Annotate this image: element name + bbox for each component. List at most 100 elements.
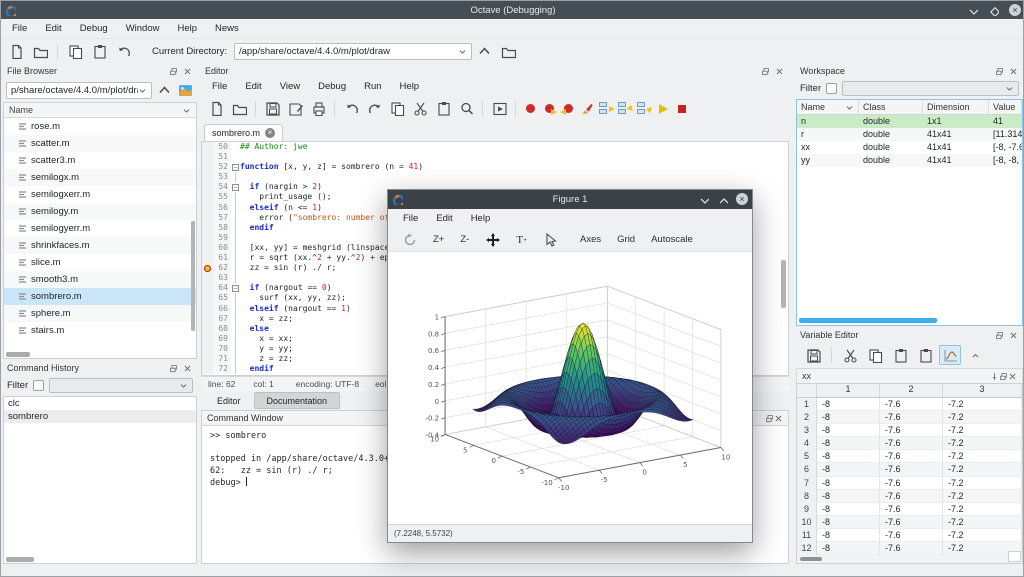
variable-cell[interactable]: -7.2 [943, 463, 1022, 476]
fold-gutter[interactable] [231, 324, 240, 334]
new-script-button[interactable] [5, 42, 27, 62]
tab-documentation[interactable]: Documentation [254, 392, 341, 409]
breakpoint-gutter[interactable] [202, 364, 213, 374]
file-list-scrollbar[interactable] [191, 221, 195, 331]
variable-cell[interactable]: -8 [817, 437, 880, 450]
variable-cell[interactable]: -8 [817, 477, 880, 490]
breakpoint-gutter[interactable] [202, 314, 213, 324]
fold-collapse-icon[interactable]: – [232, 285, 239, 292]
tab-sombrero[interactable]: sombrero.m × [204, 124, 283, 141]
fold-gutter[interactable] [231, 273, 240, 283]
fold-collapse-icon[interactable]: – [232, 184, 239, 191]
variable-row-1[interactable]: 1-8-7.6-7.2 [797, 398, 1022, 411]
editor-menu-file[interactable]: File [203, 78, 236, 95]
fold-gutter[interactable] [231, 364, 240, 374]
close-panel-icon[interactable] [774, 66, 785, 77]
fold-gutter[interactable] [231, 354, 240, 364]
fold-gutter[interactable] [231, 152, 240, 162]
variable-row-8[interactable]: 8-8-7.6-7.2 [797, 490, 1022, 503]
fold-gutter[interactable]: – [231, 182, 240, 192]
variable-cell[interactable]: -7.6 [880, 411, 943, 424]
variable-cell[interactable]: -8 [817, 398, 880, 411]
ve-copy-button[interactable] [864, 345, 886, 365]
history-item-sombrero[interactable]: sombrero [4, 410, 196, 423]
variable-grid[interactable]: 1 2 3 1-8-7.6-7.22-8-7.6-7.23-8-7.6-7.24… [796, 383, 1023, 564]
step-button[interactable] [597, 100, 615, 118]
fold-gutter[interactable] [231, 243, 240, 253]
float-panel-icon[interactable] [168, 363, 179, 374]
variable-cell[interactable]: -7.6 [880, 477, 943, 490]
variable-cell[interactable]: -8 [817, 542, 880, 555]
axes-button[interactable]: Axes [574, 232, 607, 247]
menu-edit[interactable]: Edit [36, 20, 70, 37]
ed-paste-button[interactable] [432, 99, 454, 119]
autoscale-button[interactable]: Autoscale [645, 232, 699, 247]
fold-gutter[interactable] [231, 203, 240, 213]
variable-cell[interactable]: -7.6 [880, 437, 943, 450]
remove-breakpoints-button[interactable] [578, 100, 596, 118]
filter-combo[interactable] [842, 81, 1019, 96]
breakpoint-gutter[interactable] [202, 263, 213, 273]
open-button[interactable] [29, 42, 51, 62]
menu-help[interactable]: Help [168, 20, 206, 37]
editor-scrollbar[interactable] [781, 260, 786, 308]
variable-cell[interactable]: -7.6 [880, 398, 943, 411]
file-row-sphere.m[interactable]: sphere.m [4, 305, 196, 322]
figure-menu-help[interactable]: Help [462, 210, 500, 227]
zoom-in-button[interactable]: Z+ [427, 232, 450, 247]
ed-save-button[interactable] [261, 99, 283, 119]
fold-gutter[interactable]: – [231, 283, 240, 293]
ve-collapse-button[interactable] [964, 345, 986, 365]
breakpoint-gutter[interactable] [202, 334, 213, 344]
ed-new-script-button[interactable] [205, 99, 227, 119]
workspace-row-r[interactable]: rdouble41x41[11.314 [797, 128, 1022, 141]
select-button[interactable] [537, 230, 564, 249]
close-panel-icon[interactable] [1008, 372, 1017, 381]
step-out-button[interactable] [635, 100, 653, 118]
variable-row-6[interactable]: 6-8-7.6-7.2 [797, 463, 1022, 476]
close-icon[interactable]: × [736, 193, 748, 205]
variable-cell[interactable]: -7.2 [943, 437, 1022, 450]
float-panel-icon[interactable] [999, 372, 1008, 381]
undo-button[interactable] [112, 42, 134, 62]
variable-cell[interactable]: -7.2 [943, 411, 1022, 424]
variable-cell[interactable]: -7.6 [880, 529, 943, 542]
file-list-hscrollbar[interactable] [6, 352, 30, 357]
variable-row-3[interactable]: 3-8-7.6-7.2 [797, 424, 1022, 437]
float-panel-icon[interactable] [168, 66, 179, 77]
stop-debug-button[interactable] [673, 100, 691, 118]
insert-text-button[interactable]: T+ [510, 232, 533, 248]
ed-redo-button[interactable] [363, 99, 385, 119]
variable-cell[interactable]: -7.2 [943, 450, 1022, 463]
editor-menu-run[interactable]: Run [355, 78, 390, 95]
figure-titlebar[interactable]: Figure 1 × [388, 190, 752, 209]
file-row-semilogxerr.m[interactable]: semilogxerr.m [4, 186, 196, 203]
filter-checkbox[interactable] [33, 380, 44, 391]
ve-cut-button[interactable] [839, 345, 861, 365]
fold-gutter[interactable] [231, 213, 240, 223]
next-breakpoint-button[interactable] [540, 100, 558, 118]
file-browser-path-combo[interactable]: p/share/octave/4.4.0/m/plot/draw [6, 82, 152, 99]
variable-cell[interactable]: -7.6 [880, 450, 943, 463]
variable-cell[interactable]: -7.2 [943, 516, 1022, 529]
previous-breakpoint-button[interactable] [559, 100, 577, 118]
file-row-scatter3.m[interactable]: scatter3.m [4, 152, 196, 169]
ve-save-button[interactable] [802, 345, 824, 365]
breakpoint-gutter[interactable] [202, 162, 213, 172]
variable-cell[interactable]: -8 [817, 529, 880, 542]
close-panel-icon[interactable] [1008, 66, 1019, 77]
editor-menu-view[interactable]: View [271, 78, 309, 95]
breakpoint-gutter[interactable] [202, 192, 213, 202]
close-panel-icon[interactable] [182, 66, 193, 77]
breakpoint-gutter[interactable] [202, 344, 213, 354]
breakpoint-gutter[interactable] [202, 213, 213, 223]
breakpoint-gutter[interactable] [202, 233, 213, 243]
breakpoint-gutter[interactable] [202, 223, 213, 233]
variable-cell[interactable]: -8 [817, 424, 880, 437]
ed-copy-button[interactable] [386, 99, 408, 119]
pan-button[interactable] [479, 230, 506, 249]
workspace-row-n[interactable]: ndouble1x141 [797, 115, 1022, 128]
file-row-stairs.m[interactable]: stairs.m [4, 322, 196, 339]
ed-find-button[interactable] [455, 99, 477, 119]
variable-cell[interactable]: -8 [817, 490, 880, 503]
